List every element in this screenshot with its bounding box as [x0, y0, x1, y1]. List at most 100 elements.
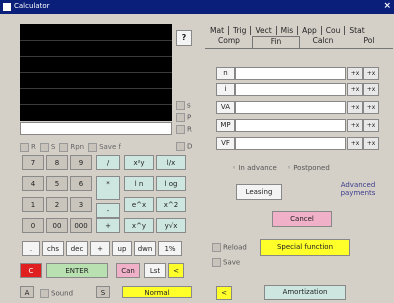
s-button[interactable]: S: [96, 286, 110, 298]
fin-arrow-left-i[interactable]: +x: [347, 83, 363, 96]
fin-arrow-right-i[interactable]: +x: [363, 83, 379, 96]
tabs-top: Mat Trig Vect Mis App Cou Stat: [206, 26, 369, 35]
checkbox-icon: [59, 142, 69, 152]
tab-comp[interactable]: Comp: [206, 36, 252, 48]
key-6[interactable]: 6: [70, 176, 92, 191]
key-decimal[interactable]: .: [22, 241, 40, 256]
radio-postponed[interactable]: ◦ Postponed: [287, 164, 330, 172]
clear-button[interactable]: C: [20, 263, 42, 278]
key-00[interactable]: 00: [46, 218, 68, 233]
key-chs[interactable]: chs: [42, 241, 64, 256]
sound-toggle[interactable]: Sound: [40, 289, 73, 298]
mode-s[interactable]: S: [39, 142, 55, 152]
fin-input-vf[interactable]: [235, 137, 346, 150]
entry-field[interactable]: [20, 122, 172, 135]
tab-stat[interactable]: Stat: [345, 26, 368, 35]
mode-r[interactable]: R: [20, 142, 36, 152]
key-000[interactable]: 000: [70, 218, 92, 233]
fin-arrow-right-va[interactable]: +x: [363, 101, 379, 114]
reload-check[interactable]: Reload: [212, 243, 247, 252]
key-2[interactable]: 2: [46, 197, 68, 212]
small-arrow-button[interactable]: <: [216, 286, 232, 300]
fin-label-n[interactable]: n: [216, 67, 235, 80]
tab-cou[interactable]: Cou: [322, 26, 346, 35]
display-line: [20, 88, 172, 89]
key-4[interactable]: 4: [22, 176, 44, 191]
tab-mis[interactable]: Mis: [277, 26, 299, 35]
fin-arrow-left-mp[interactable]: +x: [347, 119, 363, 132]
key-log[interactable]: l og: [156, 176, 186, 191]
leasing-button[interactable]: Leasing: [236, 184, 282, 200]
fin-label-mp[interactable]: MP: [216, 119, 235, 132]
fin-arrow-right-n[interactable]: +x: [363, 67, 379, 80]
lst-button[interactable]: Lst: [144, 263, 166, 278]
key-dec[interactable]: dec: [66, 241, 88, 256]
close-icon[interactable]: ×: [383, 1, 391, 11]
checkbox-icon: [20, 142, 29, 152]
tab-app[interactable]: App: [298, 26, 322, 35]
mode-rpn[interactable]: Rpn: [59, 142, 84, 152]
fin-input-i[interactable]: [235, 83, 346, 96]
amortization-button[interactable]: Amortization: [264, 285, 346, 300]
fin-label-i[interactable]: i: [216, 83, 235, 96]
side-check-s[interactable]: s: [176, 101, 191, 110]
fin-label-va[interactable]: VA: [216, 101, 235, 114]
key-9[interactable]: 9: [70, 155, 92, 170]
tab-pol[interactable]: Pol: [346, 36, 392, 48]
mode-normal[interactable]: Normal: [122, 286, 192, 298]
key-plus[interactable]: +: [96, 218, 120, 233]
a-button[interactable]: A: [20, 286, 34, 298]
fin-input-mp[interactable]: [235, 119, 346, 132]
key-8[interactable]: 8: [46, 155, 68, 170]
key-0[interactable]: 0: [22, 218, 44, 233]
key-plus2[interactable]: +: [90, 241, 110, 256]
cancel-button[interactable]: Cancel: [272, 211, 332, 227]
fin-arrow-left-va[interactable]: +x: [347, 101, 363, 114]
tab-fin[interactable]: Fin: [252, 36, 300, 48]
back-arrow-button[interactable]: <: [168, 263, 184, 278]
key-exp[interactable]: e^x: [124, 197, 154, 212]
key-reciprocal[interactable]: l/x: [156, 155, 186, 170]
key-3[interactable]: 3: [70, 197, 92, 212]
enter-button[interactable]: ENTER: [46, 263, 108, 278]
key-square[interactable]: x^2: [156, 197, 186, 212]
advanced-payments-label[interactable]: Advanced payments: [330, 181, 386, 197]
mode-checkboxes: R S Rpn Save f: [20, 142, 195, 152]
can-button[interactable]: Can: [116, 263, 140, 278]
fin-arrow-left-n[interactable]: +x: [347, 67, 363, 80]
tab-mat[interactable]: Mat: [206, 26, 230, 35]
fin-label-vf[interactable]: VF: [216, 137, 235, 150]
key-7[interactable]: 7: [22, 155, 44, 170]
key-percent[interactable]: 1%: [158, 241, 182, 256]
key-minus[interactable]: -: [96, 203, 120, 218]
key-5[interactable]: 5: [46, 176, 68, 191]
fin-arrow-left-vf[interactable]: +x: [347, 137, 363, 150]
fin-input-va[interactable]: [235, 101, 346, 114]
tab-trig[interactable]: Trig: [229, 26, 252, 35]
key-up[interactable]: up: [112, 241, 132, 256]
key-multiply[interactable]: *: [96, 176, 120, 200]
key-root[interactable]: y√x: [156, 218, 186, 233]
tab-vect[interactable]: Vect: [251, 26, 277, 35]
fin-arrow-right-mp[interactable]: +x: [363, 119, 379, 132]
key-1[interactable]: 1: [22, 197, 44, 212]
side-check-p[interactable]: P: [176, 113, 191, 122]
tab-calcn[interactable]: Calcn: [300, 36, 346, 48]
fin-input-n[interactable]: [235, 67, 346, 80]
side-check-r[interactable]: R: [176, 125, 192, 134]
checkbox-icon: [176, 101, 185, 110]
key-divide[interactable]: /: [96, 155, 120, 170]
fin-arrow-right-vf[interactable]: +x: [363, 137, 379, 150]
key-x2y[interactable]: x²y: [124, 155, 154, 170]
mode-save[interactable]: Save f: [88, 142, 121, 152]
checkbox-icon: [212, 258, 221, 267]
save-check[interactable]: Save: [212, 258, 240, 267]
radio-in-advance[interactable]: ◦ In advance: [232, 164, 277, 172]
key-power[interactable]: x^y: [124, 218, 154, 233]
help-button[interactable]: ?: [176, 30, 192, 46]
key-ln[interactable]: l n: [124, 176, 154, 191]
tabs-bottom: Comp Fin Calcn Pol: [206, 36, 392, 48]
special-function-button[interactable]: Special function: [260, 239, 350, 256]
checkbox-icon: [176, 113, 185, 122]
key-down[interactable]: dwn: [134, 241, 156, 256]
